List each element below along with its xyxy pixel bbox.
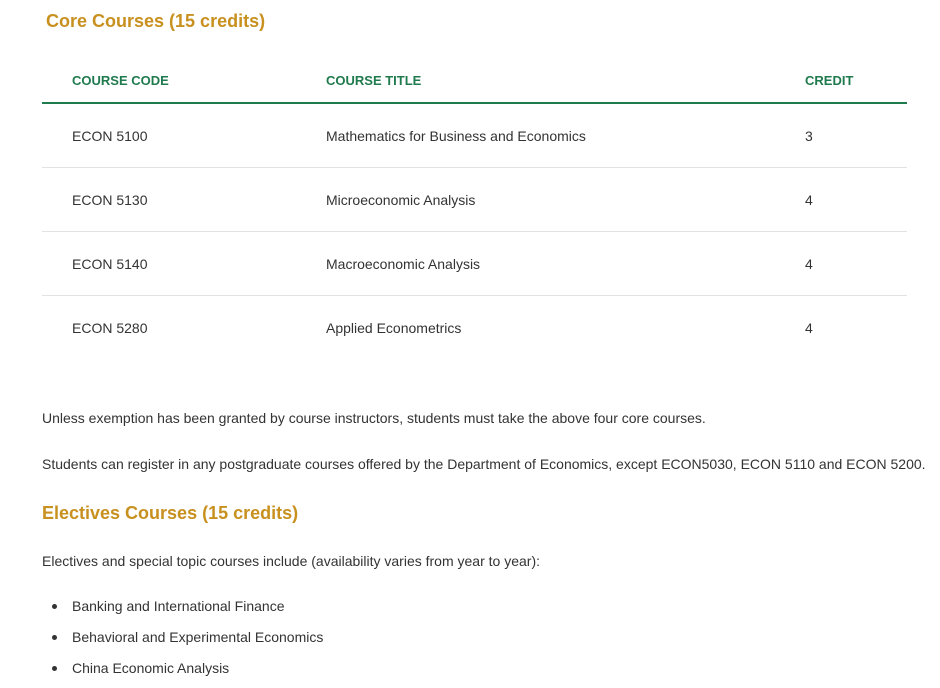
table-row: ECON 5280 Applied Econometrics 4 [42, 296, 907, 360]
column-header-course-title: COURSE TITLE [326, 58, 805, 104]
table-row: ECON 5140 Macroeconomic Analysis 4 [42, 231, 907, 296]
page: Core Courses (15 credits) COURSE CODE CO… [0, 0, 940, 684]
elective-item-label: China Economic Analysis [72, 660, 230, 676]
column-header-course-code: COURSE CODE [42, 58, 326, 104]
table-header-row: COURSE CODE COURSE TITLE CREDIT [42, 58, 907, 104]
course-credit-cell: 4 [805, 319, 813, 336]
course-title-cell: Applied Econometrics [326, 319, 462, 336]
course-code-cell: ECON 5140 [42, 231, 326, 296]
electives-list: Banking and International Finance Behavi… [42, 595, 323, 688]
course-credit-cell: 4 [805, 167, 907, 232]
list-item: China Economic Analysis [42, 657, 323, 688]
course-code-cell: ECON 5130 [42, 167, 326, 232]
course-credit-cell: 3 [805, 103, 907, 168]
table-row: ECON 5100 Mathematics for Business and E… [42, 103, 907, 168]
bullet-icon [52, 635, 57, 640]
course-code-cell: ECON 5280 [72, 319, 148, 336]
electives-intro: Electives and special topic courses incl… [42, 553, 540, 569]
list-item: Behavioral and Experimental Economics [42, 626, 323, 657]
course-code-cell: ECON 5100 [42, 103, 326, 168]
bullet-icon [52, 666, 57, 671]
course-credit-cell: 4 [805, 231, 907, 296]
list-item: Banking and International Finance [42, 595, 323, 626]
core-courses-heading: Core Courses (15 credits) [46, 11, 266, 31]
course-title-cell: Macroeconomic Analysis [326, 231, 805, 296]
course-title-cell: Microeconomic Analysis [326, 167, 805, 232]
exemption-note: Unless exemption has been granted by cou… [42, 410, 706, 426]
elective-item-label: Banking and International Finance [72, 598, 285, 614]
elective-item-label: Behavioral and Experimental Economics [72, 629, 324, 645]
table-row: ECON 5130 Microeconomic Analysis 4 [42, 167, 907, 232]
bullet-icon [52, 604, 57, 609]
course-title-cell: Mathematics for Business and Economics [326, 103, 805, 168]
column-header-credit: CREDIT [805, 58, 907, 104]
electives-courses-heading: Electives Courses (15 credits) [42, 503, 299, 523]
registration-note: Students can register in any postgraduat… [42, 456, 926, 472]
core-courses-table: COURSE CODE COURSE TITLE CREDIT ECON 510… [42, 58, 907, 359]
